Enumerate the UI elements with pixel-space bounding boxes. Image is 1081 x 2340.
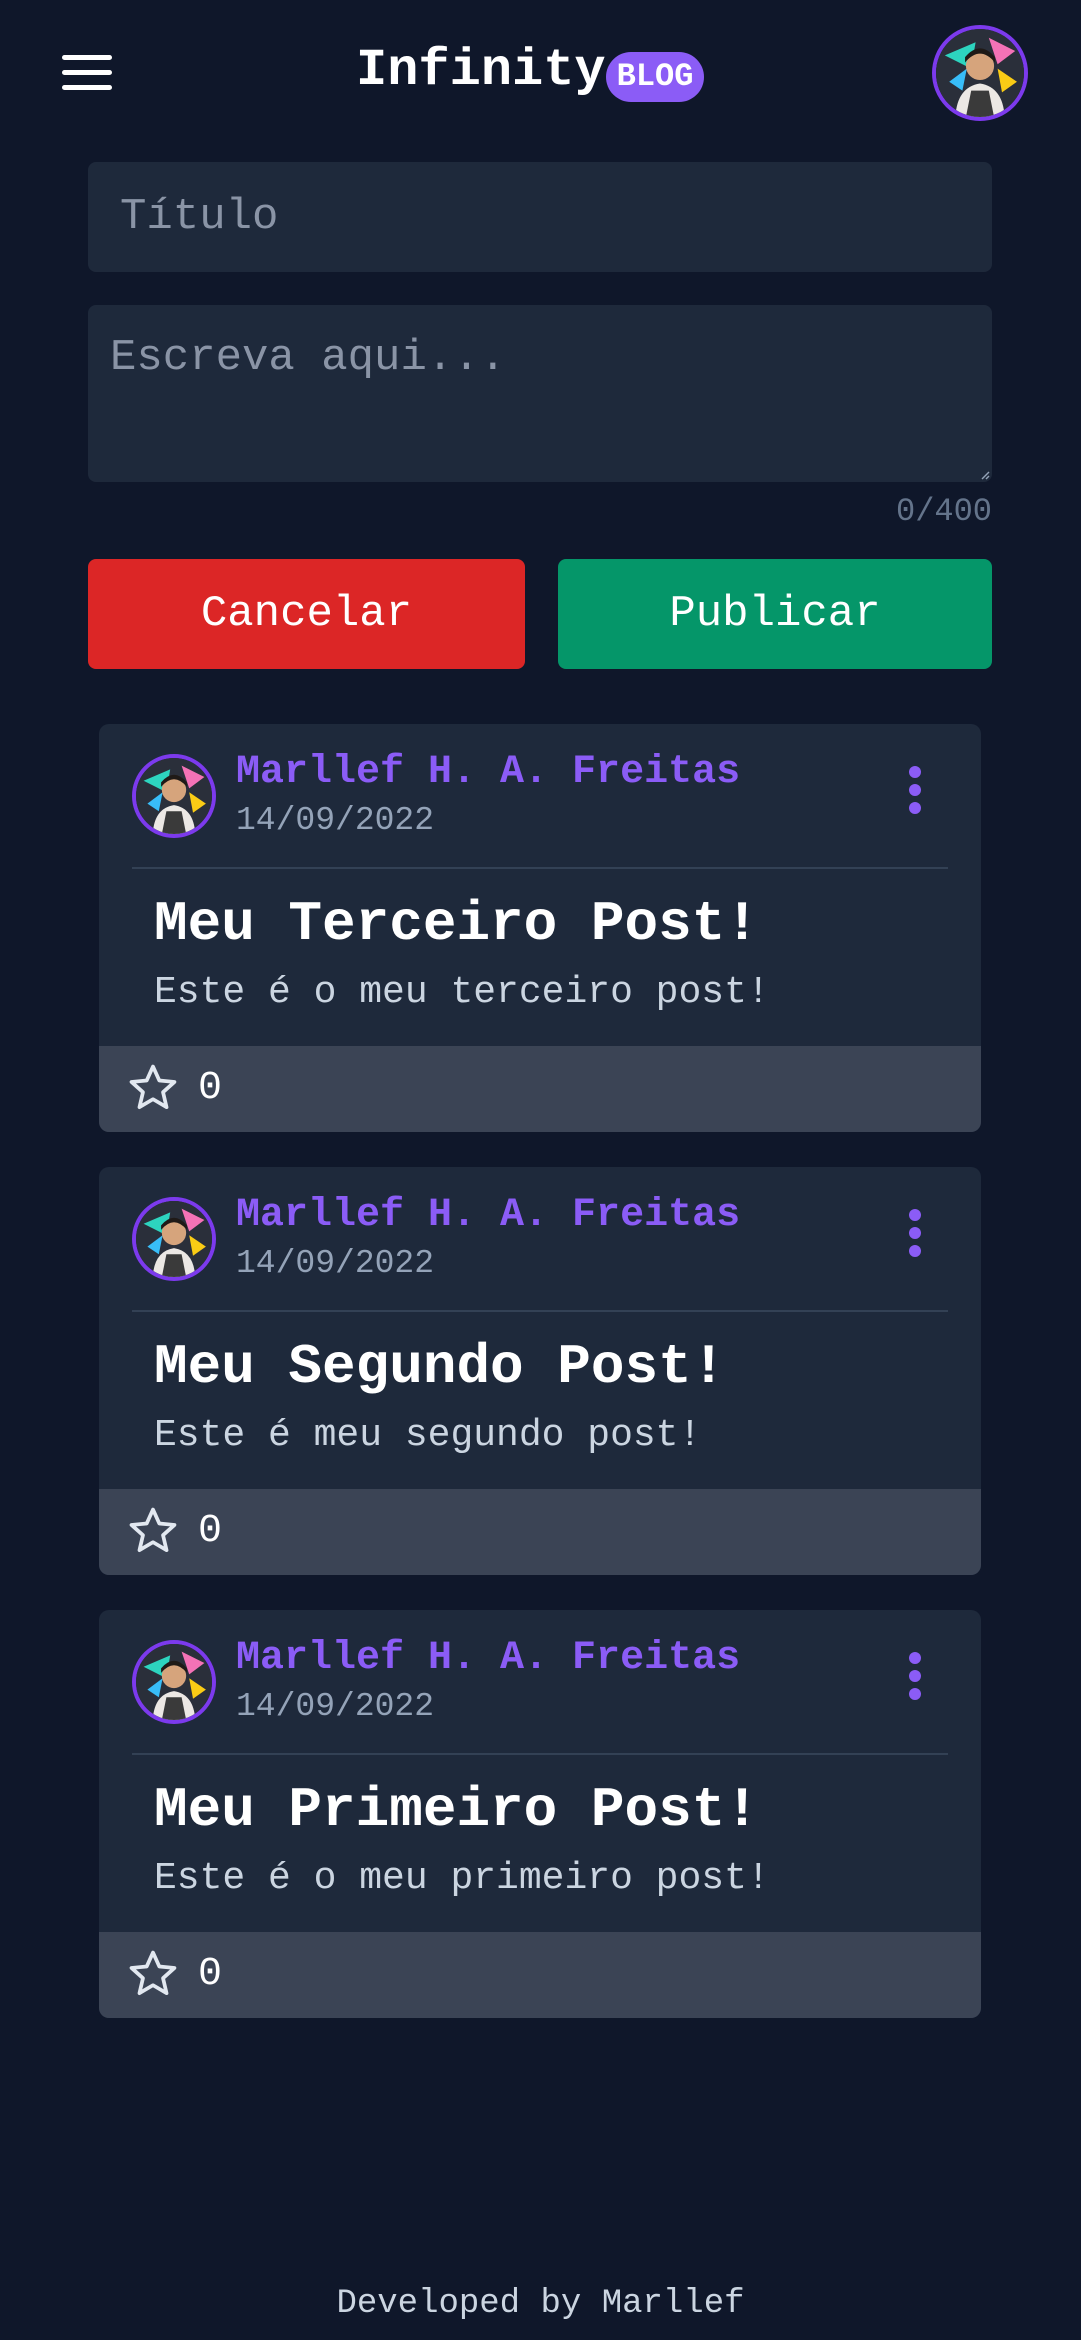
post-date: 14/09/2022 xyxy=(236,1245,435,1282)
post-footer: 0 xyxy=(99,1932,981,2018)
author-avatar[interactable] xyxy=(132,1640,216,1724)
post-card: Marllef H. A. Freitas 14/09/2022 Meu Pri… xyxy=(99,1610,981,2018)
resize-handle-icon[interactable] xyxy=(980,470,990,480)
post-footer: 0 xyxy=(99,1046,981,1132)
post-title-input[interactable] xyxy=(88,162,992,272)
post-title: Meu Primeiro Post! xyxy=(154,1778,759,1842)
publish-button[interactable]: Publicar xyxy=(558,559,992,669)
post-body: Este é meu segundo post! xyxy=(154,1414,702,1457)
post-card: Marllef H. A. Freitas 14/09/2022 Meu Seg… xyxy=(99,1167,981,1575)
post-body-textarea[interactable] xyxy=(88,305,992,482)
vertical-dots-icon[interactable] xyxy=(899,1650,931,1706)
post-title: Meu Segundo Post! xyxy=(154,1335,726,1399)
cancel-button[interactable]: Cancelar xyxy=(88,559,525,669)
post-date: 14/09/2022 xyxy=(236,1688,435,1725)
star-count: 0 xyxy=(198,1066,223,1111)
star-icon[interactable] xyxy=(125,1946,181,2002)
user-avatar[interactable] xyxy=(932,25,1028,121)
star-count: 0 xyxy=(198,1952,223,1997)
footer-credit: Developed by Marllef xyxy=(336,2285,745,2323)
author-avatar[interactable] xyxy=(132,1197,216,1281)
brand-logo[interactable]: Infinity BLOG xyxy=(356,38,705,104)
hamburger-menu-icon[interactable] xyxy=(62,55,112,91)
star-icon[interactable] xyxy=(125,1060,181,1116)
divider xyxy=(132,1310,948,1312)
post-title: Meu Terceiro Post! xyxy=(154,892,759,956)
post-author[interactable]: Marllef H. A. Freitas xyxy=(236,750,740,795)
star-icon[interactable] xyxy=(125,1503,181,1559)
post-body: Este é o meu primeiro post! xyxy=(154,1857,770,1900)
character-counter: 0/400 xyxy=(895,493,992,530)
divider xyxy=(132,867,948,869)
post-body: Este é o meu terceiro post! xyxy=(154,971,770,1014)
author-avatar[interactable] xyxy=(132,754,216,838)
post-author[interactable]: Marllef H. A. Freitas xyxy=(236,1193,740,1238)
brand-name: Infinity xyxy=(356,41,606,100)
post-date: 14/09/2022 xyxy=(236,802,435,839)
vertical-dots-icon[interactable] xyxy=(899,764,931,820)
post-author[interactable]: Marllef H. A. Freitas xyxy=(236,1636,740,1681)
divider xyxy=(132,1753,948,1755)
brand-badge: BLOG xyxy=(605,52,705,102)
star-count: 0 xyxy=(198,1509,223,1554)
post-card: Marllef H. A. Freitas 14/09/2022 Meu Ter… xyxy=(99,724,981,1132)
vertical-dots-icon[interactable] xyxy=(899,1207,931,1263)
post-footer: 0 xyxy=(99,1489,981,1575)
top-bar: Infinity BLOG xyxy=(0,0,1081,142)
